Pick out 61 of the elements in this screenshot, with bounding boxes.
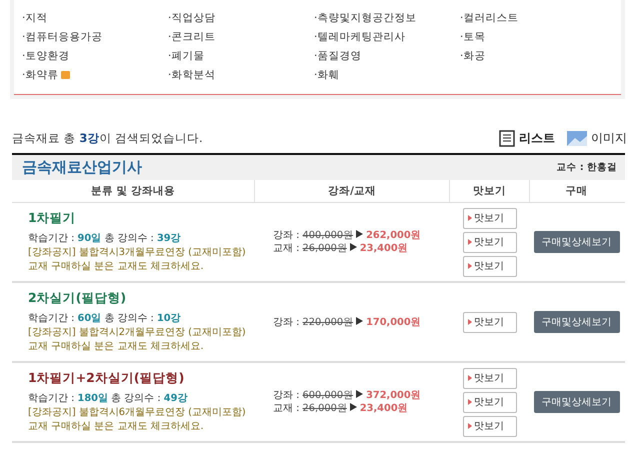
category-link[interactable]: ·지적 [22,9,168,27]
play-icon [468,423,472,429]
buy-button[interactable]: 구매및상세보기 [534,231,620,253]
lecture-info: 학습기간 : 60일 총 강의수 : 10강 [28,312,181,326]
preview-button[interactable]: 맛보기 [463,256,517,276]
arrow-icon [356,316,364,324]
category-link[interactable]: ·화학분석 [168,66,314,84]
play-icon [468,375,472,381]
document-icon [499,130,515,146]
category-link[interactable]: ·토목 [460,28,606,46]
professor-name: 교수 : 한홍걸 [556,161,617,174]
preview-button[interactable]: 맛보기 [463,208,517,228]
lecture-name: 2차실기(필답형) [28,290,126,307]
category-link[interactable]: ·화공 [460,47,606,65]
preview-button[interactable]: 맛보기 [463,232,517,252]
preview-button[interactable]: 맛보기 [463,368,517,388]
lecture-info: 학습기간 : 90일 총 강의수 : 39강 [28,232,181,246]
category-link[interactable]: ·폐기물 [168,47,314,65]
price-line: 교재 : 26,000원 23,400원 [273,402,408,415]
play-icon [468,319,472,325]
price-line: 강좌 : 220,000원 170,000원 [273,316,421,328]
lecture-notice: [강좌공지] 불합격시6개월무료연장 (교재미포함) [28,406,246,420]
category-link[interactable]: ·텔레마케팅관리사 [314,28,460,46]
play-icon [468,263,472,269]
lecture-note: 교재 구매하실 분은 교재도 체크하세요. [28,340,204,354]
play-icon [468,215,472,221]
column-header: 강좌/교재 [255,180,450,202]
view-mode-button[interactable]: 이미지 [567,130,627,146]
price-line: 강좌 : 400,000원 262,000원 [273,229,421,242]
category-link[interactable]: ·측량및지형공간정보 [314,9,460,27]
lecture-notice: [강좌공지] 불합격시2개월무료연장 (교재미포함) [28,326,246,340]
course-title: 금속재료산업기사 [22,158,142,177]
preview-button[interactable]: 맛보기 [463,312,517,332]
view-mode-button[interactable]: 리스트 [499,130,555,146]
category-link[interactable]: ·컬러리스트 [460,9,606,27]
lecture-name: 1차필기+2차실기(필답형) [28,370,184,387]
price-line: 교재 : 26,000원 23,400원 [273,242,408,255]
preview-button[interactable]: 맛보기 [463,392,517,412]
category-link[interactable]: ·품질경영 [314,47,460,65]
lecture-notice: [강좌공지] 불합격시3개월무료연장 (교재미포함) [28,246,246,260]
column-header: 구매 [564,184,588,199]
buy-button[interactable]: 구매및상세보기 [534,391,620,413]
lecture-info: 학습기간 : 180일 총 강의수 : 49강 [28,392,188,406]
category-link[interactable]: ·화훼 [314,66,460,84]
price-line: 강좌 : 600,000원 372,000원 [273,389,421,402]
category-link[interactable]: ·화약류 [22,66,168,84]
category-link[interactable]: ·토양환경 [22,47,168,65]
preview-button[interactable]: 맛보기 [463,416,517,436]
lecture-note: 교재 구매하실 분은 교재도 체크하세요. [28,420,204,434]
category-link[interactable]: ·직업상담 [168,9,314,27]
play-icon [468,399,472,405]
column-header: 맛보기 [450,180,530,202]
play-icon [468,239,472,245]
category-link[interactable]: ·콘크리트 [168,28,314,46]
lecture-name: 1차필기 [28,210,76,227]
category-link[interactable]: ·컴퓨터응용가공 [22,28,168,46]
image-icon [567,130,587,146]
buy-button[interactable]: 구매및상세보기 [534,311,620,333]
column-header: 분류 및 강좌내용 [12,180,255,202]
lecture-note: 교재 구매하실 분은 교재도 체크하세요. [28,260,204,274]
result-count-text: 금속재료 총 3강이 검색되었습니다. [12,130,203,146]
